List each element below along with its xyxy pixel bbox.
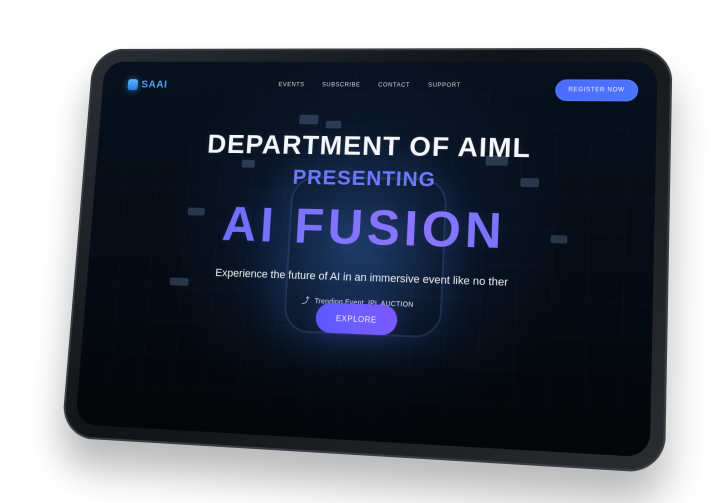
background-tile — [325, 120, 342, 129]
nav-link-subscribe[interactable]: SUBSCRIBE — [322, 83, 361, 89]
tablet-device-frame: SAAI EVENTS SUBSCRIBE CONTACT SUPPORT RE… — [61, 47, 673, 474]
event-title: AI FUSION — [90, 193, 655, 264]
top-navigation: SAAI EVENTS SUBSCRIBE CONTACT SUPPORT RE… — [101, 78, 657, 105]
register-now-button[interactable]: REGISTER NOW — [554, 79, 639, 102]
hero-tagline: Experience the future of AI in an immers… — [214, 267, 509, 289]
nav-link-support[interactable]: SUPPORT — [428, 83, 461, 89]
tablet-screen: SAAI EVENTS SUBSCRIBE CONTACT SUPPORT RE… — [75, 61, 658, 458]
department-heading: DEPARTMENT OF AIML — [206, 129, 532, 164]
presenting-heading: PRESENTING — [292, 166, 437, 192]
explore-button[interactable]: EXPLORE — [315, 302, 398, 336]
trend-icon: ⤴ — [301, 295, 310, 306]
hero-section: DEPARTMENT OF AIML PRESENTING AI FUSION … — [85, 128, 656, 320]
nav-link-contact[interactable]: CONTACT — [378, 83, 410, 89]
background-tile — [299, 114, 319, 125]
nav-link-events[interactable]: EVENTS — [278, 82, 304, 88]
